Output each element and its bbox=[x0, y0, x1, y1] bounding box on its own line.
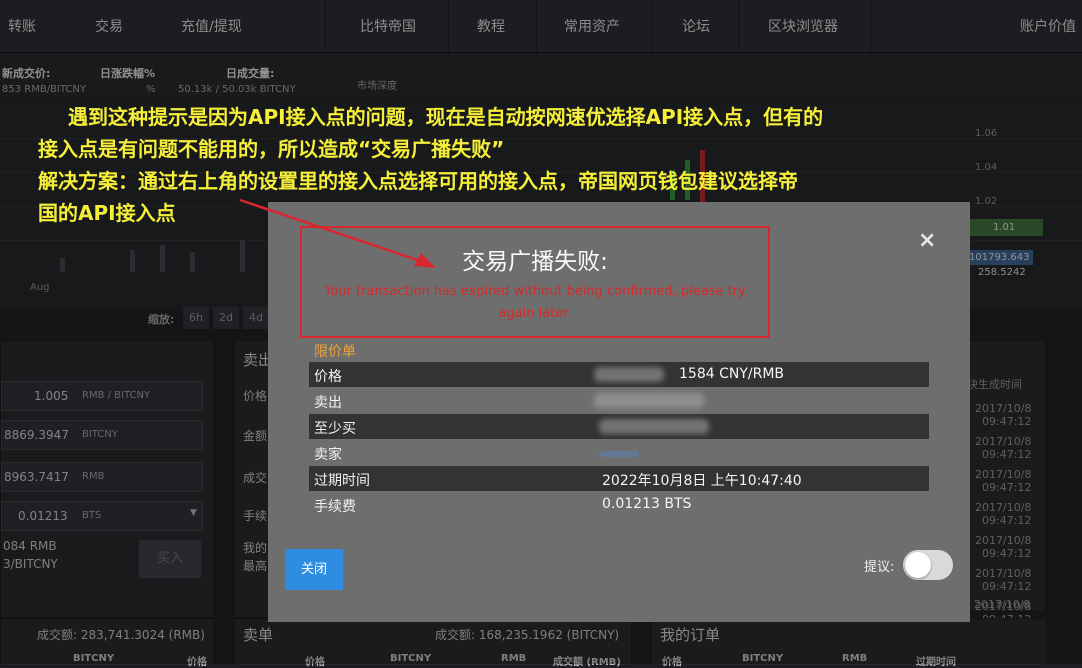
annotation-arrow bbox=[239, 198, 436, 268]
